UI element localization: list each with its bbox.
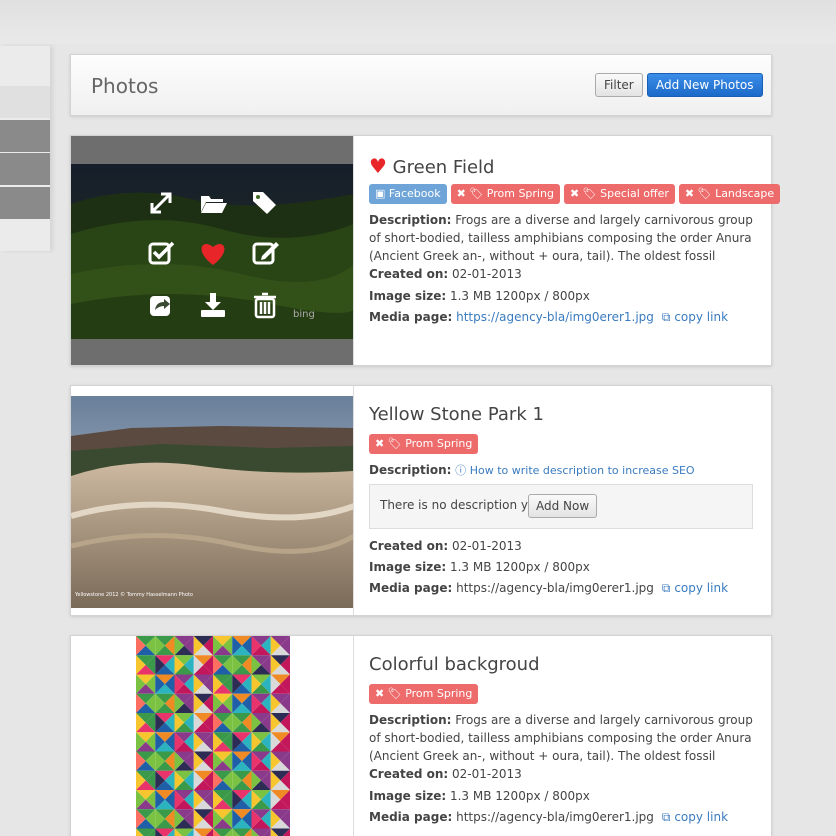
remove-tag-icon[interactable]: ✖ bbox=[375, 687, 384, 700]
sidebar-item[interactable] bbox=[0, 86, 50, 118]
tag-special-offer[interactable]: ✖ 🏷 Special offer bbox=[563, 184, 675, 204]
favorite-heart-icon[interactable]: ♥ bbox=[369, 154, 387, 178]
tag-prom-spring[interactable]: ✖ 🏷 Prom Spring bbox=[369, 434, 479, 454]
image-caption: Yellowstone 2012 © Tommy Hasselmann Phot… bbox=[75, 592, 193, 598]
help-icon: ⓘ bbox=[455, 464, 467, 477]
copy-icon: ⧉ bbox=[661, 310, 671, 324]
yellowstone-image bbox=[71, 396, 353, 608]
tag-icon: 🏷 bbox=[582, 187, 597, 200]
sidebar-item[interactable] bbox=[0, 187, 50, 219]
created-on: Created on: 02-01-2013 bbox=[369, 539, 522, 553]
photo-title: Colorful backgroud bbox=[369, 654, 540, 675]
media-link[interactable]: https://agency-bla/img0erer1.jpg bbox=[456, 810, 654, 824]
tag-icon: 🏷 bbox=[387, 687, 402, 700]
photo-thumbnail[interactable]: Yellowstone 2012 © Tommy Hasselmann Phot… bbox=[71, 386, 354, 615]
photo-title: Yellow Stone Park 1 bbox=[369, 404, 544, 425]
tags-icon[interactable] bbox=[250, 188, 280, 218]
remove-tag-icon[interactable]: ✖ bbox=[685, 187, 694, 200]
checkbox-icon[interactable] bbox=[146, 238, 176, 268]
copy-link-button[interactable]: ⧉ copy link bbox=[662, 581, 728, 595]
photo-card: Yellowstone 2012 © Tommy Hasselmann Phot… bbox=[70, 385, 772, 616]
expand-icon[interactable] bbox=[146, 188, 176, 218]
photo-title-text: Green Field bbox=[392, 157, 495, 178]
remove-tag-icon[interactable]: ✖ bbox=[375, 437, 384, 450]
media-link[interactable]: https://agency-bla/img0erer1.jpg bbox=[456, 581, 654, 595]
copy-icon: ⧉ bbox=[661, 581, 671, 595]
tag-landscape[interactable]: ✖ 🏷 Landscape bbox=[678, 184, 781, 204]
download-icon[interactable] bbox=[198, 290, 228, 320]
created-on: Created on: 02-01-2013 bbox=[369, 267, 522, 281]
add-new-photos-button[interactable]: Add New Photos bbox=[647, 73, 763, 97]
remove-tag-icon[interactable]: ✖ bbox=[570, 187, 579, 200]
add-now-button[interactable]: Add Now bbox=[528, 494, 598, 518]
photo-title: ♥ Green Field bbox=[369, 154, 494, 178]
photo-card: bing ♥ Green Field ▣ Facebook ✖ 🏷 Prom S… bbox=[70, 135, 781, 366]
tag-prom-spring[interactable]: ✖ 🏷 Prom Spring bbox=[450, 184, 560, 204]
sidebar-item[interactable] bbox=[0, 120, 50, 152]
filter-button[interactable]: Filter bbox=[595, 73, 643, 97]
colorful-mosaic-image bbox=[136, 636, 290, 836]
image-size: Image size: 1.3 MB 1200px / 800px bbox=[369, 789, 590, 803]
photo-description: Description: Frogs are a diverse and lar… bbox=[369, 713, 753, 763]
description-row: Description: ⓘ How to write description … bbox=[369, 463, 695, 477]
tag-list: ✖ 🏷 Prom Spring bbox=[369, 434, 479, 454]
photo-thumbnail[interactable] bbox=[71, 636, 354, 836]
image-size: Image size: 1.3 MB 1200px / 800px bbox=[369, 289, 590, 303]
tag-icon: 🏷 bbox=[387, 437, 402, 450]
image-action-icons bbox=[131, 180, 291, 330]
top-band bbox=[0, 0, 836, 44]
photo-thumbnail[interactable]: bing bbox=[71, 136, 354, 365]
remove-tag-icon[interactable]: ✖ bbox=[457, 187, 466, 200]
tag-prom-spring[interactable]: ✖ 🏷 Prom Spring bbox=[369, 684, 479, 704]
tag-icon: 🏷 bbox=[469, 187, 484, 200]
media-page: Media page: https://agency-bla/img0erer1… bbox=[369, 810, 729, 824]
no-description-text: There is no description yet bbox=[380, 498, 541, 512]
tag-list: ▣ Facebook ✖ 🏷 Prom Spring ✖ 🏷 Special o… bbox=[369, 184, 781, 204]
copy-link-button[interactable]: ⧉ copy link bbox=[662, 310, 728, 324]
photo-description: Description: Frogs are a diverse and lar… bbox=[369, 213, 753, 263]
page-title: Photos bbox=[91, 74, 159, 98]
facebook-icon: ▣ bbox=[375, 187, 386, 200]
trash-icon[interactable] bbox=[250, 290, 280, 320]
created-on: Created on: 02-01-2013 bbox=[369, 767, 522, 781]
no-description-box: There is no description yet Add Now bbox=[369, 484, 753, 529]
copy-link-button[interactable]: ⧉ copy link bbox=[662, 810, 728, 824]
photo-card: Colorful backgroud ✖ 🏷 Prom Spring Descr… bbox=[70, 635, 772, 836]
media-link[interactable]: https://agency-bla/img0erer1.jpg bbox=[456, 310, 654, 324]
image-watermark: bing bbox=[293, 309, 315, 320]
tag-facebook[interactable]: ▣ Facebook bbox=[369, 184, 447, 204]
media-page: Media page: https://agency-bla/img0erer1… bbox=[369, 310, 729, 324]
media-page: Media page: https://agency-bla/img0erer1… bbox=[369, 581, 729, 595]
sidebar-item[interactable] bbox=[0, 153, 50, 185]
share-icon[interactable] bbox=[146, 290, 176, 320]
heart-icon[interactable] bbox=[198, 238, 228, 268]
copy-icon: ⧉ bbox=[661, 810, 671, 824]
sidebar bbox=[0, 46, 50, 251]
tag-list: ✖ 🏷 Prom Spring bbox=[369, 684, 479, 704]
edit-icon[interactable] bbox=[250, 238, 280, 268]
image-size: Image size: 1.3 MB 1200px / 800px bbox=[369, 560, 590, 574]
tag-icon: 🏷 bbox=[697, 187, 712, 200]
folder-open-icon[interactable] bbox=[198, 188, 228, 218]
photos-header: Photos Filter Add New Photos bbox=[70, 54, 772, 116]
seo-help-link[interactable]: ⓘ How to write description to increase S… bbox=[455, 464, 694, 477]
